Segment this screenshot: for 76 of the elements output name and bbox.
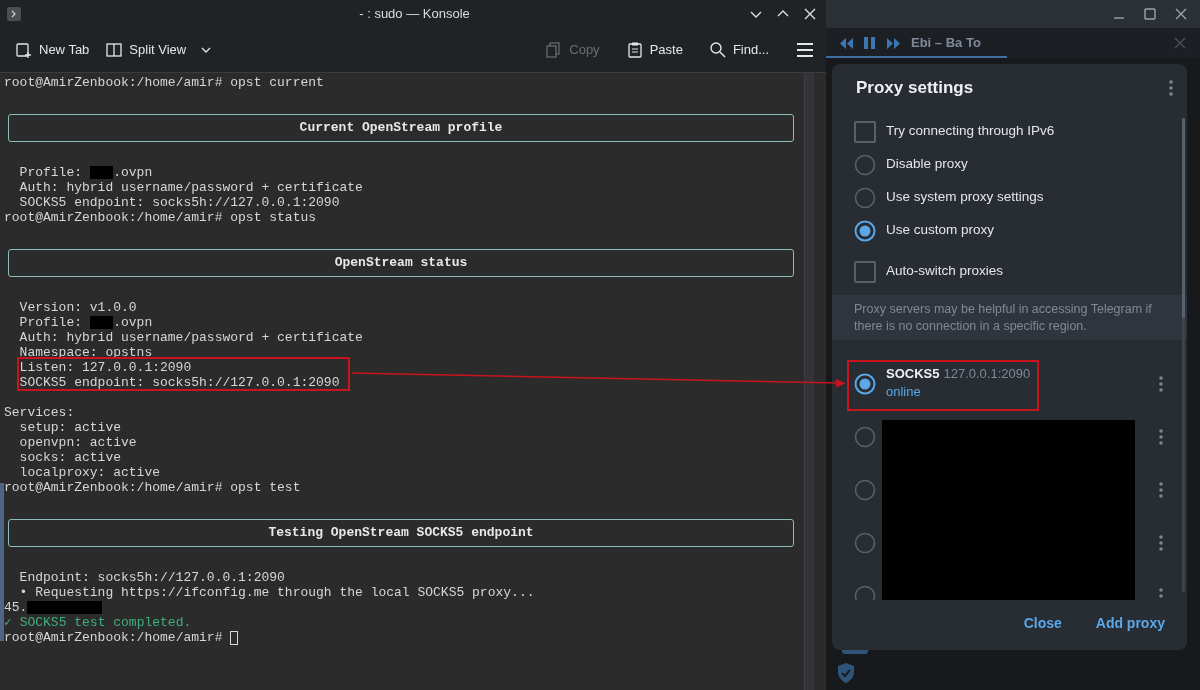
terminal-icon	[7, 7, 21, 21]
proxy-address: SOCKS5 127.0.0.1:2090	[886, 365, 1031, 382]
output-text: .ovpn	[113, 165, 153, 180]
radio-button[interactable]	[854, 186, 876, 209]
find-button[interactable]: Find...	[705, 35, 772, 65]
success-text: ✓ SOCKS5 test completed.	[4, 615, 192, 630]
more-icon[interactable]	[1159, 375, 1163, 392]
output-text: Auth: hybrid username/password + certificate	[19, 330, 363, 345]
command-line: root@AmirZenbook:/home/amir# opst test	[4, 480, 301, 495]
radio-button[interactable]	[854, 531, 876, 554]
output-text: Listen: 127.0.0.1:2090	[19, 360, 192, 375]
menu-icon[interactable]	[796, 42, 814, 58]
output-text: localproxy: active	[19, 465, 161, 480]
text-cursor	[230, 630, 239, 645]
more-icon[interactable]	[1159, 587, 1163, 600]
proxy-status: online	[886, 383, 922, 401]
output-text: Version: v1.0.0	[19, 300, 137, 315]
checkbox[interactable]	[854, 120, 876, 143]
radio-selected[interactable]	[854, 372, 876, 395]
scrollbar[interactable]	[804, 73, 814, 690]
output-text: Auth: hybrid username/password + certificate	[19, 180, 363, 195]
more-icon[interactable]	[1169, 80, 1173, 96]
option-label[interactable]: Use system proxy settings	[886, 187, 1044, 208]
info-note: Proxy servers may be helpful in accessing Telegram if there is no connection in a specific region.	[832, 295, 1187, 340]
close-icon[interactable]	[1174, 7, 1188, 21]
radio-button[interactable]	[854, 478, 876, 501]
output-text: • Requesting https://ifconfig.me through the local SOCKS5 proxy...	[19, 585, 535, 600]
search-icon	[708, 41, 727, 59]
more-icon[interactable]	[1159, 428, 1163, 445]
output-text: Profile:	[19, 315, 82, 330]
section-banner: Testing OpenStream SOCKS5 endpoint	[8, 518, 794, 547]
output-text: .ovpn	[113, 315, 153, 330]
section-banner: OpenStream status	[8, 248, 794, 277]
output-text: setup: active	[19, 420, 121, 435]
track-title: Ebi – Ba To	[911, 34, 981, 53]
option-label[interactable]: Use custom proxy	[886, 220, 995, 241]
redaction-bar	[89, 166, 114, 179]
split-view-button[interactable]: Split View	[102, 35, 216, 65]
output-text: Endpoint: socks5h://127.0.0.1:2090	[19, 570, 285, 585]
close-button[interactable]: Close	[1021, 609, 1064, 638]
more-icon[interactable]	[1159, 534, 1163, 551]
output-text: openvpn: active	[19, 435, 137, 450]
prompt-line: root@AmirZenbook:/home/amir#	[4, 630, 223, 645]
output-text: 45.	[4, 600, 28, 615]
split-view-icon	[105, 41, 124, 59]
option-label[interactable]: Auto-switch proxies	[886, 261, 1004, 282]
output-text: SOCKS5 endpoint: socks5h://127.0.0.1:2090	[19, 195, 340, 210]
radio-button[interactable]	[854, 425, 876, 448]
option-label[interactable]: Try connecting through IPv6	[886, 121, 1055, 142]
output-text: socks: active	[19, 450, 121, 465]
new-tab-icon	[15, 41, 33, 59]
shield-check-icon	[836, 662, 856, 684]
checkbox[interactable]	[854, 260, 876, 283]
previous-icon[interactable]	[840, 37, 853, 49]
dialog-title: Proxy settings	[856, 77, 974, 100]
pause-icon[interactable]	[864, 37, 875, 49]
paste-icon	[625, 41, 644, 59]
output-text: Profile:	[19, 165, 82, 180]
redaction-bar	[89, 316, 114, 329]
paste-button[interactable]: Paste	[622, 35, 686, 65]
output-text: SOCKS5 endpoint: socks5h://127.0.0.1:2090	[19, 375, 340, 390]
new-tab-button[interactable]: New Tab	[12, 35, 93, 65]
command-line: root@AmirZenbook:/home/amir# opst current	[4, 75, 324, 90]
output-text: Namespace: opstns	[19, 345, 153, 360]
command-line: root@AmirZenbook:/home/amir# opst status	[4, 210, 317, 225]
radio-selected[interactable]	[854, 219, 876, 242]
window-title: - : sudo — Konsole	[358, 5, 471, 24]
close-icon[interactable]	[802, 6, 818, 22]
section-banner: Current OpenStream profile	[8, 113, 794, 142]
output-text: Services:	[4, 405, 75, 420]
radio-button[interactable]	[854, 584, 876, 600]
add-proxy-button[interactable]: Add proxy	[1093, 609, 1167, 638]
radio-button[interactable]	[854, 153, 876, 176]
next-icon[interactable]	[887, 37, 900, 49]
more-icon[interactable]	[1159, 481, 1163, 498]
option-label[interactable]: Disable proxy	[886, 154, 968, 175]
